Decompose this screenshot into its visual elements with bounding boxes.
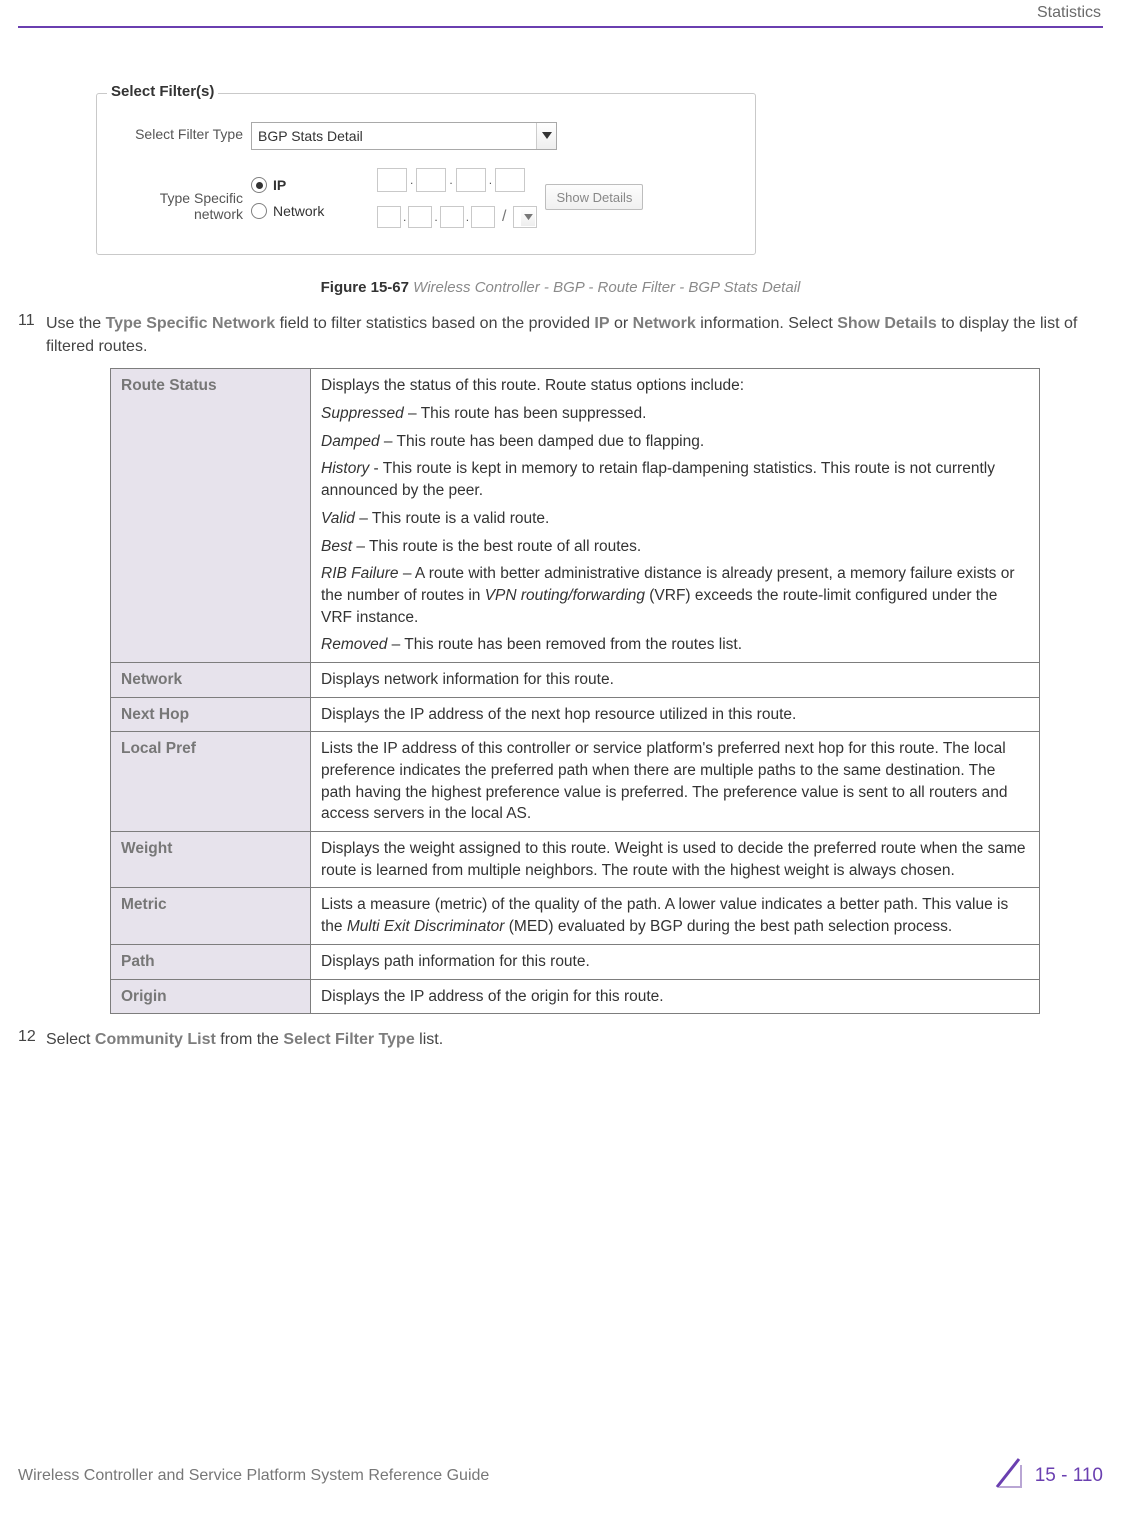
table-value: Displays path information for this route… [311,944,1040,979]
page-footer: Wireless Controller and Service Platform… [18,1457,1103,1494]
radio-network-label: Network [273,203,324,219]
filter-type-value: BGP Stats Detail [258,128,363,144]
table-key: Path [111,944,311,979]
cidr-slash: / [502,208,506,226]
chevron-down-icon [536,123,556,149]
footer-slash-icon [991,1457,1025,1494]
filter-type-select[interactable]: BGP Stats Detail [251,122,557,150]
text: field to filter statistics based on the … [280,315,595,332]
table-row: Local PrefLists the IP address of this c… [111,732,1040,832]
table-key: Origin [111,979,311,1014]
figure-title: Wireless Controller - BGP - Route Filter… [413,279,800,296]
table-value: Lists a measure (metric) of the quality … [311,888,1040,944]
net-octet-input[interactable] [440,206,464,228]
table-key: Metric [111,888,311,944]
text: or [614,315,633,332]
show-details-button[interactable]: Show Details [545,184,643,210]
table-row: WeightDisplays the weight assigned to th… [111,832,1040,888]
table-key: Network [111,662,311,697]
radio-ip-option[interactable]: IP [251,177,369,193]
table-row: MetricLists a measure (metric) of the qu… [111,888,1040,944]
table-value: Displays the IP address of the next hop … [311,697,1040,732]
text: Use the [46,315,106,332]
network-input-group: . . . [377,206,495,228]
table-row: Route StatusDisplays the status of this … [111,369,1040,663]
ui-term: Type Specific Network [106,315,276,332]
step-11: 11 Use the Type Specific Network field t… [18,312,1103,358]
fieldset-legend: Select Filter(s) [107,83,218,100]
header-section: Statistics [1037,4,1101,22]
radio-icon [251,177,267,193]
table-value: Displays network information for this ro… [311,662,1040,697]
ui-term: IP [594,315,609,332]
radio-icon [251,203,267,219]
step-number: 12 [18,1028,46,1051]
ui-term: Network [633,315,696,332]
footer-guide-title: Wireless Controller and Service Platform… [18,1467,489,1485]
table-key: Route Status [111,369,311,663]
radio-network-option[interactable]: Network [251,203,369,219]
ip-octet-input[interactable] [456,168,486,192]
step-number: 11 [18,312,46,358]
table-key: Local Pref [111,732,311,832]
type-radio-group: IP Network [251,175,369,219]
ui-term: Select Filter Type [283,1031,414,1048]
text: from the [220,1031,283,1048]
table-row: PathDisplays path information for this r… [111,944,1040,979]
net-octet-input[interactable] [408,206,432,228]
radio-ip-label: IP [273,177,286,193]
step-12: 12 Select Community List from the Select… [18,1028,1103,1051]
table-row: Next HopDisplays the IP address of the n… [111,697,1040,732]
table-value: Displays the status of this route. Route… [311,369,1040,663]
table-value: Displays the weight assigned to this rou… [311,832,1040,888]
table-value: Lists the IP address of this controller … [311,732,1040,832]
ip-input-group: . . . [377,168,537,192]
table-key: Next Hop [111,697,311,732]
table-key: Weight [111,832,311,888]
top-divider [18,26,1103,28]
select-filters-fieldset: Select Filter(s) Select Filter Type BGP … [96,93,756,255]
net-octet-input[interactable] [471,206,495,228]
chevron-down-icon [521,208,535,226]
cidr-select[interactable] [513,206,537,228]
ip-octet-input[interactable] [495,168,525,192]
filter-panel: Select Filter(s) Select Filter Type BGP … [96,93,756,255]
text: information. Select [700,315,837,332]
definitions-table: Route StatusDisplays the status of this … [110,368,1040,1014]
filter-type-label: Select Filter Type [111,122,243,142]
table-value: Displays the IP address of the origin fo… [311,979,1040,1014]
ip-octet-input[interactable] [416,168,446,192]
text: list. [419,1031,443,1048]
net-octet-input[interactable] [377,206,401,228]
table-row: NetworkDisplays network information for … [111,662,1040,697]
table-row: OriginDisplays the IP address of the ori… [111,979,1040,1014]
page-number: 15 - 110 [1035,1465,1103,1487]
ui-term: Community List [95,1031,216,1048]
figure-number: Figure 15-67 [321,279,409,296]
ip-octet-input[interactable] [377,168,407,192]
figure-caption: Figure 15-67 Wireless Controller - BGP -… [18,279,1103,296]
type-specific-label: Type Specific network [111,172,243,222]
ui-term: Show Details [837,315,937,332]
text: Select [46,1031,95,1048]
